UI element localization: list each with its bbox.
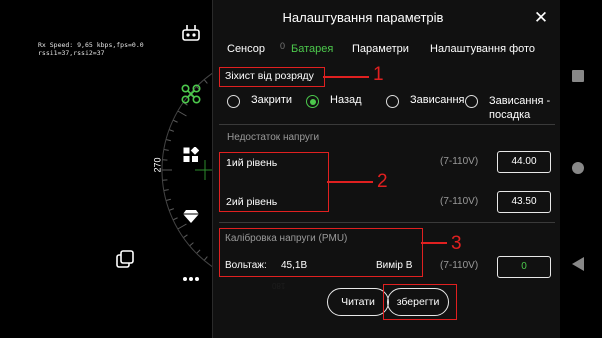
radio-label: Назад [330,94,362,106]
radio-label: Закрити [251,94,293,106]
panel-title: Налаштування параметрів [282,10,444,25]
system-nav-bar [560,0,602,338]
radio-hover[interactable]: Зависання [386,94,464,108]
close-button[interactable]: ✕ [529,6,553,30]
camera-view: Rx Speed: 9,65 kbps,fps=0.0 rssi1=37,rss… [0,0,285,338]
more-icon[interactable] [178,266,204,292]
compass-heading: 270 [152,157,163,173]
level1-input[interactable]: 44.00 [497,151,551,173]
compass-tick [163,189,169,191]
radio-return[interactable]: Назад [306,94,362,108]
settings-panel: Налаштування параметрів ✕ Сенсор 0 Батар… [212,0,561,338]
level1-range: (7-110V) [440,156,479,167]
level2-input[interactable]: 43.50 [497,191,551,213]
radio-circle [386,95,399,108]
radio-circle [465,95,478,108]
tab-sensor[interactable]: Сенсор [227,40,265,58]
divider [219,124,555,125]
side-toolbar [116,0,212,338]
annotation-line-1 [323,76,369,78]
tab-indicator: 0 [280,41,286,51]
radio-label: Зависання - посадка [489,95,551,121]
close-icon: ✕ [533,8,549,27]
compass-tick [163,149,169,151]
radio-close[interactable]: Закрити [227,94,292,108]
read-button[interactable]: Читати [327,288,389,316]
radio-circle [306,95,319,108]
voltage-label: Вольтаж: [225,260,267,271]
divider [219,222,555,223]
apps-icon[interactable] [178,142,204,168]
discharge-protection-label: Зіхист від розряду [225,70,314,82]
annotation-number-2: 2 [377,171,388,192]
level2-label: 2ий рівень [226,196,278,208]
radio-hover-land[interactable]: Зависання - посадка [465,94,559,122]
measure-input[interactable]: 0 [497,256,551,278]
calibration-label: Калібровка напруги (PMU) [225,233,348,244]
annotation-number-1: 1 [373,64,384,85]
compass-tick [165,138,171,142]
annotation-number-3: 3 [451,233,462,254]
calibration-range: (7-110V) [440,260,479,271]
diamond-icon[interactable] [178,203,204,229]
measure-label: Вимір В [376,260,413,271]
low-voltage-label: Недостаток напруги [227,132,320,143]
tab-battery[interactable]: Батарея [291,40,333,58]
back-icon[interactable] [572,257,584,276]
tab-parameters[interactable]: Параметри [352,40,409,58]
tab-photo-settings[interactable]: Налаштування фото [430,40,535,58]
annotation-line-3 [421,242,447,244]
radio-label: Зависання [410,94,465,106]
annotation-line-2 [327,181,373,183]
level2-range: (7-110V) [440,196,479,207]
square-icon[interactable] [572,70,584,82]
remote-controller-icon[interactable] [178,20,204,46]
annotation-box-save [383,284,457,320]
compass-tick [165,198,171,202]
drone-icon[interactable] [178,81,204,107]
voltage-value: 45,1В [281,260,308,271]
layers-icon[interactable] [112,246,138,272]
radio-circle [227,95,240,108]
circle-icon[interactable] [572,162,584,174]
level1-label: 1ий рівень [226,157,278,169]
